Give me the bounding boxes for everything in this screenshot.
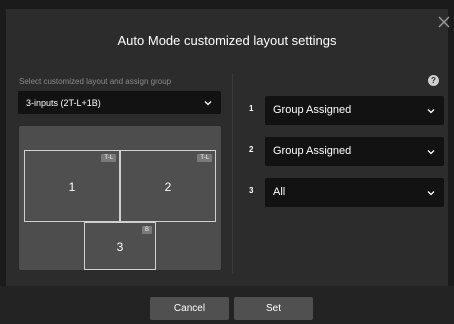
tile-tag: B bbox=[141, 226, 152, 234]
tile-number: 2 bbox=[164, 180, 172, 194]
help-icon[interactable]: ? bbox=[428, 75, 439, 86]
layout-tile-1: 1 T-L bbox=[24, 150, 120, 222]
tile-tag: T-L bbox=[197, 154, 212, 162]
chevron-down-icon bbox=[204, 101, 212, 106]
chevron-down-icon bbox=[427, 150, 435, 155]
group-number-2: 2 bbox=[249, 145, 254, 154]
close-icon bbox=[438, 16, 450, 28]
chevron-down-icon bbox=[427, 191, 435, 196]
chevron-down-icon bbox=[427, 109, 435, 114]
layout-tile-2: 2 T-L bbox=[120, 150, 216, 222]
dialog-title: Auto Mode customized layout settings bbox=[117, 33, 337, 48]
panel-divider bbox=[232, 73, 233, 273]
group-select-1[interactable]: Group Assigned bbox=[265, 96, 444, 125]
tile-number: 1 bbox=[68, 180, 76, 194]
layout-select-value: 3-inputs (2T-L+1B) bbox=[26, 98, 101, 108]
layout-select-label: Select customized layout and assign grou… bbox=[19, 77, 172, 86]
group-select-value: Group Assigned bbox=[273, 145, 352, 157]
group-select-3[interactable]: All bbox=[265, 178, 444, 207]
layout-select[interactable]: 3-inputs (2T-L+1B) bbox=[18, 91, 221, 114]
tile-number: 3 bbox=[116, 240, 124, 254]
group-select-value: All bbox=[273, 186, 286, 198]
layout-preview: 1 T-L 2 T-L 3 B bbox=[19, 126, 221, 270]
close-button[interactable] bbox=[437, 15, 451, 29]
tile-tag: T-L bbox=[101, 154, 116, 162]
group-select-2[interactable]: Group Assigned bbox=[265, 137, 444, 166]
set-button[interactable]: Set bbox=[234, 297, 313, 320]
group-number-1: 1 bbox=[249, 104, 254, 113]
layout-tile-3: 3 B bbox=[84, 222, 156, 270]
group-select-value: Group Assigned bbox=[273, 104, 352, 116]
group-number-3: 3 bbox=[249, 186, 254, 195]
cancel-button[interactable]: Cancel bbox=[150, 297, 229, 320]
